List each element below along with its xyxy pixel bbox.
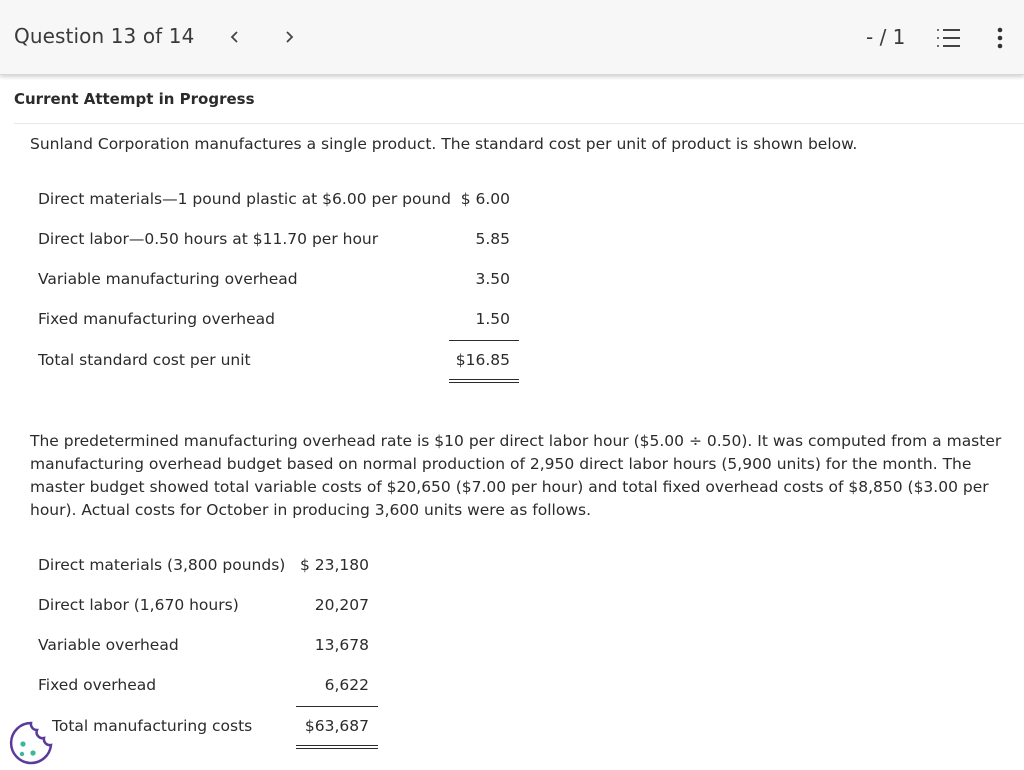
cookie-preferences-button[interactable] xyxy=(8,720,54,766)
standard-cost-amount: 5.85 xyxy=(475,230,510,248)
standard-cost-amount: 1.50 xyxy=(475,310,510,328)
actual-cost-total-amount: $63,687 xyxy=(304,717,369,735)
question-score: - / 1 xyxy=(866,25,906,49)
subtotal-rule xyxy=(449,340,519,341)
previous-question-button[interactable] xyxy=(220,22,250,52)
standard-cost-amount: $ 6.00 xyxy=(460,190,510,208)
total-double-rule xyxy=(449,382,519,383)
standard-cost-label: Variable manufacturing overhead xyxy=(38,270,298,288)
chevron-left-icon xyxy=(230,31,238,43)
actual-cost-label: Direct materials (3,800 pounds) xyxy=(38,556,286,574)
actual-cost-total-label: Total manufacturing costs xyxy=(52,717,253,735)
question-header: Question 13 of 14 - / 1 xyxy=(0,0,1024,75)
actual-cost-label: Variable overhead xyxy=(38,636,179,654)
actual-cost-amount: 20,207 xyxy=(314,596,369,614)
standard-cost-amount: 3.50 xyxy=(475,270,510,288)
actual-cost-label: Fixed overhead xyxy=(38,676,157,694)
chevron-right-icon xyxy=(286,31,294,43)
total-double-rule xyxy=(449,379,519,380)
more-options-button[interactable] xyxy=(990,24,1010,52)
attempt-status: Current Attempt in Progress xyxy=(14,90,255,108)
actual-cost-amount: 6,622 xyxy=(324,676,369,694)
standard-cost-total-label: Total standard cost per unit xyxy=(38,351,251,369)
cookie-icon xyxy=(9,721,53,765)
standard-cost-total-amount: $16.85 xyxy=(455,351,510,369)
vertical-dots-icon xyxy=(997,27,1003,49)
numbered-list-icon xyxy=(937,29,960,47)
total-double-rule xyxy=(296,745,378,746)
standard-cost-label: Fixed manufacturing overhead xyxy=(38,310,275,328)
divider xyxy=(14,123,1024,124)
actual-cost-label: Direct labor (1,670 hours) xyxy=(38,596,239,614)
next-question-button[interactable] xyxy=(274,22,304,52)
standard-cost-label: Direct labor—0.50 hours at $11.70 per ho… xyxy=(38,230,379,248)
actual-cost-amount: $ 23,180 xyxy=(299,556,369,574)
subtotal-rule xyxy=(296,706,378,707)
question-intro: Sunland Corporation manufactures a singl… xyxy=(30,135,858,153)
standard-cost-label: Direct materials—1 pound plastic at $6.0… xyxy=(38,190,451,208)
total-double-rule xyxy=(296,748,378,749)
actual-cost-amount: 13,678 xyxy=(314,636,369,654)
question-counter: Question 13 of 14 xyxy=(14,24,195,48)
question-list-button[interactable] xyxy=(934,24,962,52)
overhead-rate-paragraph: The predetermined manufacturing overhead… xyxy=(30,432,1002,519)
